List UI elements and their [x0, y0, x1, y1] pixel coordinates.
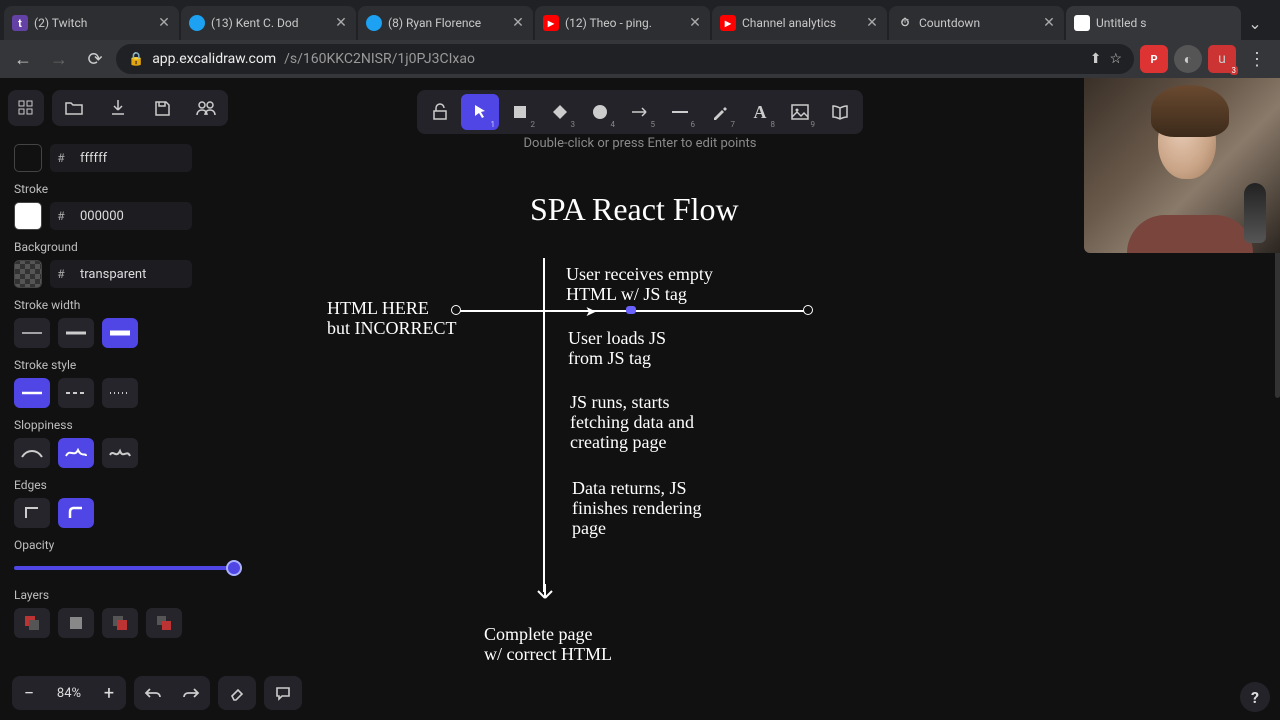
line-endpoint[interactable] [803, 305, 813, 315]
zoom-in-button[interactable]: + [92, 676, 126, 710]
left-annotation-1: HTML HERE [327, 298, 429, 320]
step4-line3: page [572, 518, 606, 540]
reload-button[interactable]: ⟳ [80, 44, 110, 74]
step4-line2: finishes rendering [572, 498, 701, 520]
twitter-icon [189, 15, 205, 31]
browser-nav-bar: ← → ⟳ 🔒 app.excalidraw.com/s/160KKC2NISR… [0, 40, 1280, 78]
tab-label: (2) Twitch [34, 16, 151, 30]
close-icon[interactable]: ✕ [511, 16, 525, 30]
line-endpoint[interactable] [451, 305, 461, 315]
step1-line1: User receives empty [566, 264, 713, 286]
browser-tab[interactable]: (8) Ryan Florence ✕ [358, 6, 533, 40]
done-line2: w/ correct HTML [484, 644, 612, 666]
excalidraw-app: 1 2 3 4 5 6 7 A8 9 Double-click or press… [0, 78, 1280, 720]
left-annotation-2: but INCORRECT [327, 318, 457, 340]
step4-line1: Data returns, JS [572, 478, 686, 500]
arrowhead-down-icon [534, 584, 556, 606]
browser-tab-active[interactable]: Untitled s [1066, 6, 1241, 40]
browser-tab[interactable]: ▶ Channel analytics ✕ [712, 6, 887, 40]
drawing-title: SPA React Flow [530, 190, 739, 228]
redo-button[interactable] [172, 676, 210, 710]
browser-tab[interactable]: t (2) Twitch ✕ [4, 6, 179, 40]
tab-label: (13) Kent C. Dod [211, 16, 328, 30]
tab-label: (8) Ryan Florence [388, 16, 505, 30]
line-midpoint-handle[interactable] [626, 306, 636, 314]
eraser-icon [229, 685, 245, 701]
share-icon[interactable]: ⬆ [1090, 51, 1102, 67]
step3-line2: fetching data and [570, 412, 694, 434]
lock-icon: 🔒 [128, 52, 144, 67]
twitter-icon [366, 15, 382, 31]
twitch-icon: t [12, 15, 28, 31]
close-icon[interactable]: ✕ [157, 16, 171, 30]
redo-icon [182, 686, 200, 700]
help-button[interactable]: ? [1240, 682, 1270, 712]
url-host: app.excalidraw.com [152, 51, 276, 67]
zoom-out-button[interactable]: − [12, 676, 46, 710]
back-button[interactable]: ← [8, 44, 38, 74]
undo-icon [144, 686, 162, 700]
address-bar[interactable]: 🔒 app.excalidraw.com/s/160KKC2NISR/1j0PJ… [116, 44, 1134, 74]
close-icon[interactable]: ✕ [1042, 16, 1056, 30]
undo-button[interactable] [134, 676, 172, 710]
chat-button[interactable] [264, 676, 302, 710]
close-icon[interactable]: ✕ [688, 16, 702, 30]
microphone-icon [1244, 183, 1266, 243]
browser-tab[interactable]: ⏱ Countdown ✕ [889, 6, 1064, 40]
webcam-overlay [1084, 78, 1280, 253]
step3-line1: JS runs, starts [570, 392, 670, 414]
eraser-button[interactable] [218, 676, 256, 710]
browser-tab[interactable]: (13) Kent C. Dod ✕ [181, 6, 356, 40]
bookmark-icon[interactable]: ☆ [1109, 51, 1122, 67]
tab-label: Untitled s [1096, 16, 1233, 30]
done-line1: Complete page [484, 624, 592, 646]
browser-tab[interactable]: ▶ (12) Theo - ping. ✕ [535, 6, 710, 40]
tab-label: Channel analytics [742, 16, 859, 30]
youtube-icon: ▶ [720, 15, 736, 31]
tab-label: Countdown [919, 16, 1036, 30]
extension-icon[interactable]: ◐ [1174, 45, 1202, 73]
cursor-icon: ➤ [585, 304, 597, 320]
extension-icon[interactable]: P [1140, 45, 1168, 73]
url-path: /s/160KKC2NISR/1j0PJ3CIxao [284, 51, 475, 67]
chat-icon [275, 686, 291, 701]
vertical-arrow-line [543, 258, 545, 592]
tab-label: (12) Theo - ping. [565, 16, 682, 30]
bottom-bar: − 84% + [12, 676, 302, 710]
youtube-icon: ▶ [543, 15, 559, 31]
close-icon[interactable]: ✕ [865, 16, 879, 30]
extension-icon[interactable]: u3 [1208, 45, 1236, 73]
tabs-dropdown-button[interactable]: ⌄ [1243, 6, 1267, 40]
step3-line3: creating page [570, 432, 666, 454]
close-icon[interactable]: ✕ [334, 16, 348, 30]
browser-tab-strip: t (2) Twitch ✕ (13) Kent C. Dod ✕ (8) Ry… [0, 0, 1280, 40]
extension-badge: 3 [1230, 66, 1239, 75]
zoom-value[interactable]: 84% [46, 686, 92, 701]
step1-line2: HTML w/ JS tag [566, 284, 687, 306]
step2-line1: User loads JS [568, 328, 666, 350]
kebab-menu-icon[interactable]: ⋮ [1242, 44, 1272, 74]
excalidraw-icon [1074, 15, 1090, 31]
zoom-control: − 84% + [12, 676, 126, 710]
clock-icon: ⏱ [897, 15, 913, 31]
step2-line2: from JS tag [568, 348, 651, 370]
forward-button[interactable]: → [44, 44, 74, 74]
